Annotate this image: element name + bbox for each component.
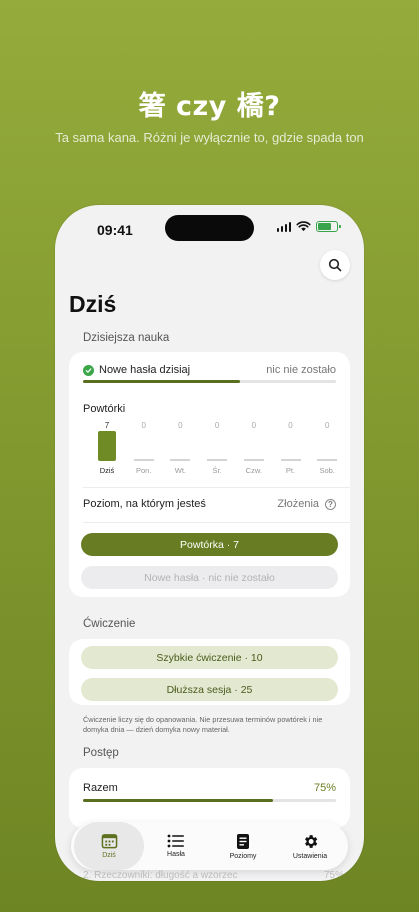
forecast-day-label: Czw. (245, 466, 262, 475)
check-icon (83, 364, 94, 376)
search-button[interactable] (320, 250, 350, 280)
new-words-status: nic nie zostało (266, 364, 336, 376)
forecast-count: 0 (141, 421, 146, 430)
forecast-day-label: Dziś (99, 466, 115, 475)
forecast-count: 0 (178, 421, 183, 430)
forecast-day-label: Sob. (319, 466, 335, 475)
status-icons (276, 221, 341, 232)
forecast-day: 7 Dziś (89, 421, 125, 475)
forecast-day: 0 Sob. (309, 421, 345, 475)
gear-icon (304, 834, 317, 848)
new-words-progress-track (83, 380, 336, 383)
new-words-progress-fill (83, 380, 240, 383)
tab-bar: Dziś Hasła Poziomy Ustawienia (71, 822, 348, 870)
forecast-empty-bar (280, 459, 301, 461)
forecast-count: 7 (104, 421, 110, 430)
level-label: Poziom, na którym jesteś (83, 498, 206, 510)
divider (83, 522, 350, 523)
new-words-button[interactable]: Nowe hasła · nic nie zostało (81, 566, 338, 589)
long-session-button[interactable]: Dłuższa sesja · 25 (81, 678, 338, 701)
info-icon[interactable]: ? (325, 498, 336, 510)
forecast-day: 0 Pt. (273, 421, 309, 475)
hero-subtitle: Ta sama kana. Różni je wyłącznie to, gdz… (55, 130, 364, 145)
tab-levels[interactable]: Poziomy (208, 822, 278, 870)
forecast-empty-bar (243, 459, 264, 461)
level-progress-value: 75% (323, 870, 344, 881)
level-progress-label: 2. Rzeczowniki: długość a wzorzec (83, 870, 238, 881)
calendar-icon (101, 834, 117, 849)
battery-icon (316, 221, 341, 232)
document-icon (237, 833, 249, 849)
forecast-day-label: Pt. (285, 466, 296, 475)
total-label: Razem (83, 782, 118, 794)
tab-levels-label: Poziomy (229, 852, 257, 860)
list-icon (167, 834, 184, 848)
forecast-day-label: Śr. (212, 466, 222, 475)
forecast-day: 0 Pon. (126, 421, 162, 475)
tab-today-label: Dziś (102, 852, 116, 859)
status-time: 09:41 (97, 222, 133, 238)
forecast-count: 0 (251, 421, 257, 430)
review-button[interactable]: Powtórka · 7 (81, 533, 338, 556)
forecast-empty-bar (133, 459, 154, 461)
forecast-count: 0 (288, 421, 293, 430)
forecast-day: 0 Czw. (236, 421, 272, 475)
today-card: Nowe hasła dzisiaj nic nie zostało Powtó… (69, 352, 350, 597)
practice-note: Ćwiczenie liczy się do opanowania. Nie p… (83, 715, 323, 734)
forecast-day-label: Wt. (174, 466, 187, 475)
total-progress-track (83, 799, 336, 802)
new-words-label: Nowe hasła dzisiaj (99, 364, 191, 376)
forecast-count: 0 (324, 421, 330, 430)
signal-icon (276, 221, 291, 232)
tab-words[interactable]: Hasła (141, 822, 211, 870)
section-label-progress: Postęp (83, 747, 119, 759)
total-value: 75% (313, 782, 336, 794)
forecast-day-label: Pon. (135, 466, 152, 475)
tab-settings[interactable]: Ustawienia (275, 822, 345, 870)
forecast-day: 0 Śr. (199, 421, 235, 475)
reviews-label: Powtórki (83, 403, 126, 415)
divider (83, 487, 350, 488)
quick-practice-button[interactable]: Szybkie ćwiczenie · 10 (81, 646, 338, 669)
tab-today[interactable]: Dziś (74, 822, 144, 870)
total-progress-fill (83, 799, 273, 802)
section-label-practice: Ćwiczenie (83, 618, 136, 630)
forecast-day: 0 Wt. (162, 421, 198, 475)
total-row: Razem 75% (83, 782, 336, 794)
level-row[interactable]: Poziom, na którym jesteś Złożenia ? (83, 498, 336, 510)
forecast-bar (98, 431, 116, 461)
progress-card: Razem 75% (69, 768, 350, 828)
search-icon (328, 258, 342, 272)
hero-title: 箸 czy 橋? (138, 91, 281, 122)
wifi-icon (296, 221, 311, 232)
new-words-row: Nowe hasła dzisiaj nic nie zostało (83, 364, 336, 376)
reviews-forecast: 7 Dziś 0 Pon. 0 Wt. 0 Śr. 0 Czw. 0 Pt. 0 Sob. (91, 421, 341, 481)
tab-settings-label: Ustawienia (292, 852, 328, 860)
forecast-empty-bar (317, 459, 338, 461)
section-label-today: Dzisiejsza nauka (83, 332, 170, 344)
forecast-empty-bar (170, 459, 191, 461)
forecast-empty-bar (207, 459, 228, 461)
page-title: Dziś (69, 291, 117, 317)
tab-words-label: Hasła (167, 851, 185, 858)
phone-frame: 09:41 Dziś Dzisiejsza nauka Nowe hasła d… (55, 205, 364, 881)
practice-card: Szybkie ćwiczenie · 10 Dłuższa sesja · 2… (69, 639, 350, 705)
forecast-count: 0 (214, 421, 220, 430)
level-progress-item: 2. Rzeczowniki: długość a wzorzec 75% (83, 870, 344, 881)
dynamic-island (165, 215, 254, 241)
level-value: Złożenia (277, 498, 319, 510)
